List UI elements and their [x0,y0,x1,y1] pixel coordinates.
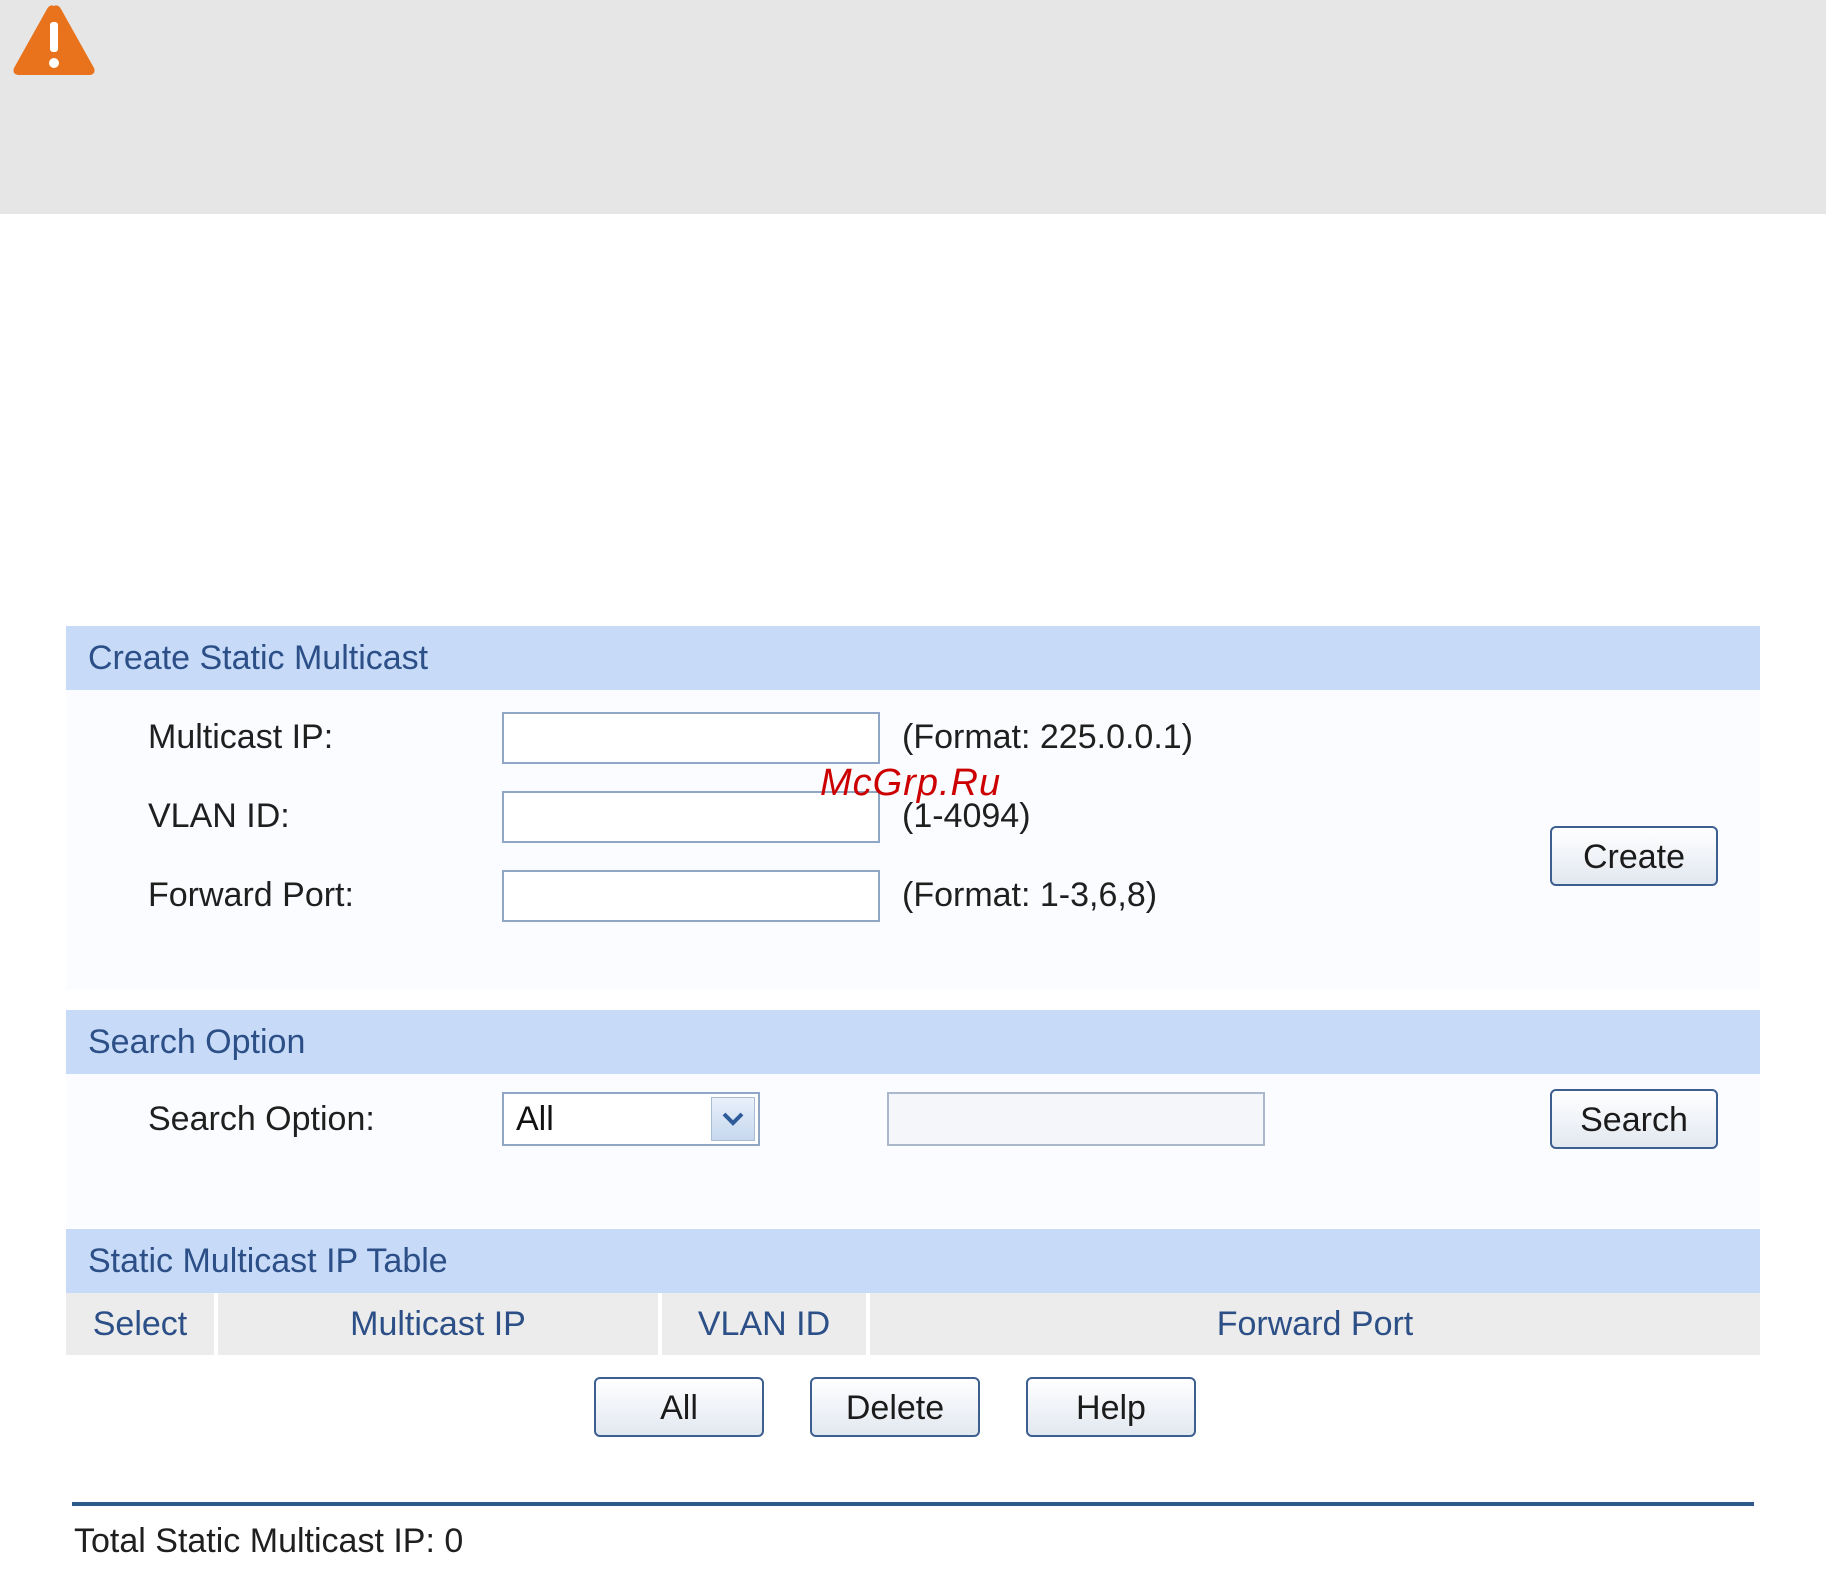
column-header-multicast-ip: Multicast IP [218,1293,658,1355]
total-count: Total Static Multicast IP: 0 [74,1522,464,1560]
multicast-ip-input[interactable] [502,712,880,764]
create-section-title: Create Static Multicast [88,639,429,677]
forward-port-input[interactable] [502,870,880,922]
dropdown-arrow-button[interactable] [711,1097,755,1141]
column-header-forward-port: Forward Port [870,1293,1760,1355]
delete-button[interactable]: Delete [810,1377,980,1437]
search-value-input[interactable] [887,1092,1265,1146]
note-banner [0,0,1826,214]
create-section-header: Create Static Multicast [66,626,1760,690]
table-header-row: Select Multicast IP VLAN ID Forward Port [66,1293,1760,1355]
chevron-down-icon [722,1112,744,1126]
search-option-select[interactable]: All [502,1092,760,1146]
vlan-id-label: VLAN ID: [148,797,290,835]
multicast-ip-label: Multicast IP: [148,718,334,756]
search-button[interactable]: Search [1550,1089,1718,1149]
warning-triangle-icon [13,5,95,75]
search-option-label: Search Option: [148,1100,375,1138]
create-button[interactable]: Create [1550,826,1718,886]
forward-port-hint: (Format: 1-3,6,8) [902,876,1158,914]
watermark: McGrp.Ru [820,762,1002,804]
table-section-title: Static Multicast IP Table [88,1242,448,1280]
search-section-title: Search Option [88,1023,306,1061]
multicast-ip-hint: (Format: 225.0.0.1) [902,718,1194,756]
search-option-value: All [516,1100,554,1138]
footer-divider [72,1502,1754,1506]
search-section-header: Search Option [66,1010,1760,1074]
select-all-button[interactable]: All [594,1377,764,1437]
forward-port-label: Forward Port: [148,876,354,914]
help-button[interactable]: Help [1026,1377,1196,1437]
column-header-vlan-id: VLAN ID [662,1293,866,1355]
column-header-select: Select [66,1293,214,1355]
table-section-header: Static Multicast IP Table [66,1229,1760,1293]
